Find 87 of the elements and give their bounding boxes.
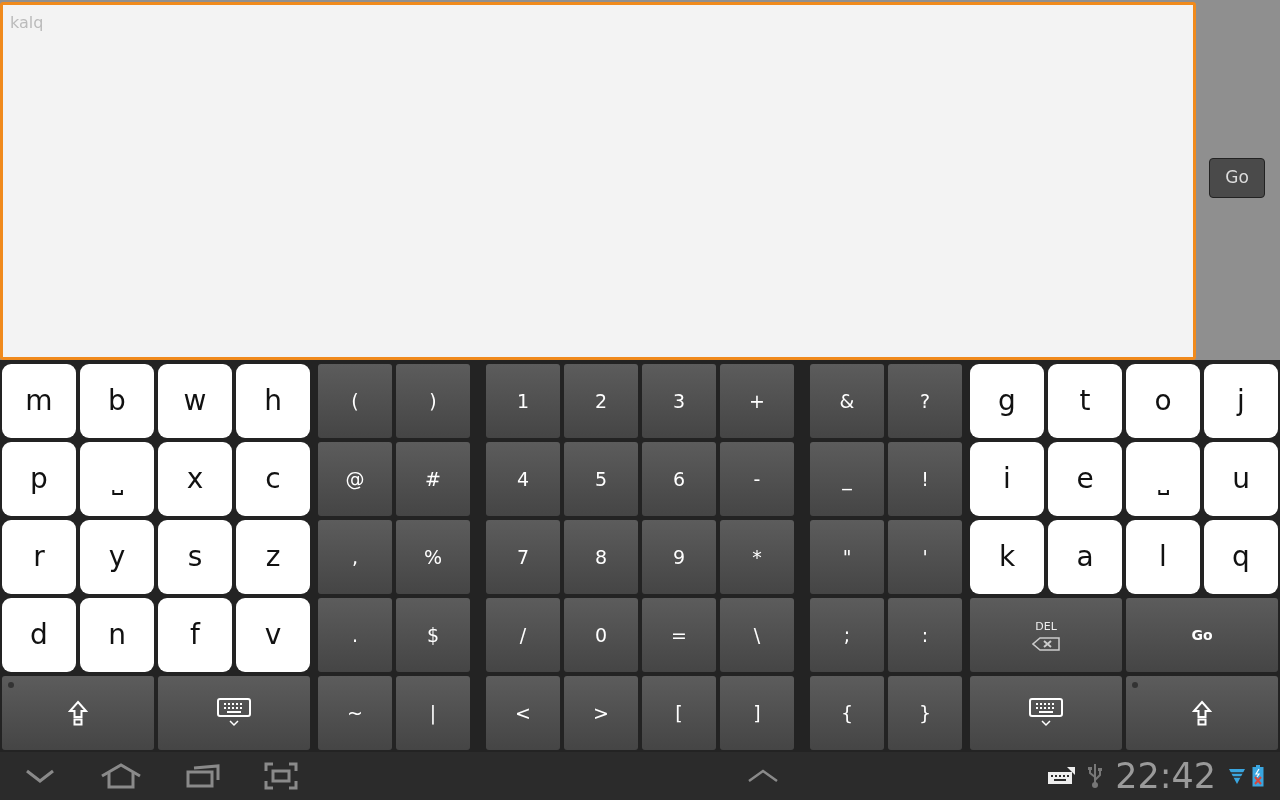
hide-keyboard-key[interactable] xyxy=(158,676,310,750)
keyboard-hide-icon xyxy=(1029,698,1063,728)
letter-key[interactable]: n xyxy=(80,598,154,672)
symbol-key[interactable]: ? xyxy=(888,364,962,438)
keyboard-hide-icon xyxy=(217,698,251,728)
symbol-key[interactable]: { xyxy=(810,676,884,750)
symbol-key[interactable]: = xyxy=(642,598,716,672)
letter-key[interactable]: j xyxy=(1204,364,1278,438)
symbol-key[interactable]: ] xyxy=(720,676,794,750)
symbol-key[interactable]: / xyxy=(486,598,560,672)
symbol-key[interactable]: + xyxy=(720,364,794,438)
letter-key[interactable]: q xyxy=(1204,520,1278,594)
symbol-key[interactable]: 0 xyxy=(564,598,638,672)
shift-icon xyxy=(68,700,88,726)
symbol-key[interactable]: 3 xyxy=(642,364,716,438)
letter-key[interactable]: ⎵ xyxy=(1126,442,1200,516)
go-key[interactable]: Go xyxy=(1126,598,1278,672)
letter-key[interactable]: u xyxy=(1204,442,1278,516)
letter-key[interactable]: w xyxy=(158,364,232,438)
letter-key[interactable]: g xyxy=(970,364,1044,438)
home-icon xyxy=(100,763,142,789)
symbol-key[interactable]: 7 xyxy=(486,520,560,594)
symbol-key[interactable]: # xyxy=(396,442,470,516)
symbol-key[interactable]: } xyxy=(888,676,962,750)
letter-key[interactable]: x xyxy=(158,442,232,516)
clock: 22:42 xyxy=(1115,758,1216,794)
letter-key[interactable]: k xyxy=(970,520,1044,594)
letter-key[interactable]: h xyxy=(236,364,310,438)
letter-key[interactable]: i xyxy=(970,442,1044,516)
delete-key[interactable]: DEL xyxy=(970,598,1122,672)
battery-icon xyxy=(1252,765,1264,787)
symbol-key[interactable]: 2 xyxy=(564,364,638,438)
symbol-key[interactable]: : xyxy=(888,598,962,672)
symbol-key[interactable]: _ xyxy=(810,442,884,516)
usb-icon xyxy=(1087,763,1104,789)
symbol-key[interactable]: & xyxy=(810,364,884,438)
letter-key[interactable]: r xyxy=(2,520,76,594)
symbol-key[interactable]: ~ xyxy=(318,676,392,750)
letter-key[interactable]: v xyxy=(236,598,310,672)
symbol-key[interactable]: 6 xyxy=(642,442,716,516)
symbol-key[interactable]: @ xyxy=(318,442,392,516)
symbol-key[interactable]: " xyxy=(810,520,884,594)
letter-key[interactable]: s xyxy=(158,520,232,594)
letter-key[interactable]: o xyxy=(1126,364,1200,438)
letter-key[interactable]: ⎵ xyxy=(80,442,154,516)
symbol-key[interactable]: \ xyxy=(720,598,794,672)
letter-key[interactable]: d xyxy=(2,598,76,672)
symbol-key[interactable]: - xyxy=(720,442,794,516)
recent-apps-icon xyxy=(186,764,220,788)
symbol-key[interactable]: 5 xyxy=(564,442,638,516)
symbol-key[interactable]: > xyxy=(564,676,638,750)
symbol-key[interactable]: ' xyxy=(888,520,962,594)
up-chevron-icon xyxy=(746,769,779,783)
letter-key[interactable]: a xyxy=(1048,520,1122,594)
letter-key[interactable]: y xyxy=(80,520,154,594)
wifi-icon xyxy=(1228,767,1246,785)
backspace-icon xyxy=(1032,636,1060,651)
letter-key[interactable]: l xyxy=(1126,520,1200,594)
screenshot-icon xyxy=(264,762,298,790)
letter-key[interactable]: c xyxy=(236,442,310,516)
go-button[interactable]: Go xyxy=(1209,158,1265,198)
letter-key[interactable]: z xyxy=(236,520,310,594)
symbol-key[interactable]: [ xyxy=(642,676,716,750)
symbol-key[interactable]: | xyxy=(396,676,470,750)
hide-keyboard-key[interactable] xyxy=(970,676,1122,750)
symbol-key[interactable]: 8 xyxy=(564,520,638,594)
symbol-key[interactable]: . xyxy=(318,598,392,672)
symbol-key[interactable]: ( xyxy=(318,364,392,438)
letter-key[interactable]: b xyxy=(80,364,154,438)
symbol-key[interactable]: 9 xyxy=(642,520,716,594)
letter-key[interactable]: m xyxy=(2,364,76,438)
symbol-key[interactable]: , xyxy=(318,520,392,594)
letter-key[interactable]: f xyxy=(158,598,232,672)
letter-key[interactable]: e xyxy=(1048,442,1122,516)
symbol-key[interactable]: 1 xyxy=(486,364,560,438)
letter-key[interactable]: t xyxy=(1048,364,1122,438)
symbol-key[interactable]: ) xyxy=(396,364,470,438)
symbol-key[interactable]: $ xyxy=(396,598,470,672)
letter-key[interactable]: p xyxy=(2,442,76,516)
symbol-key[interactable]: * xyxy=(720,520,794,594)
symbol-key[interactable]: ; xyxy=(810,598,884,672)
symbol-key[interactable]: % xyxy=(396,520,470,594)
shift-icon xyxy=(1192,700,1212,726)
symbol-key[interactable]: 4 xyxy=(486,442,560,516)
symbol-key[interactable]: < xyxy=(486,676,560,750)
keyboard-icon xyxy=(1047,767,1076,785)
symbol-key[interactable]: ! xyxy=(888,442,962,516)
